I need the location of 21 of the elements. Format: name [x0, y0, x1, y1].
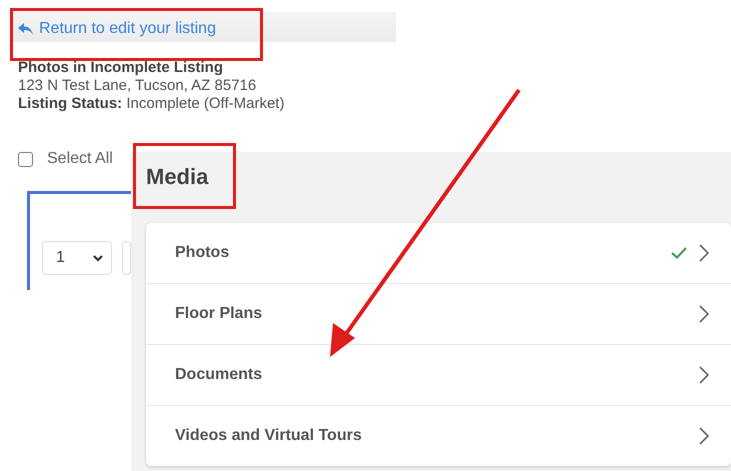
media-item-label: Documents — [175, 366, 264, 384]
media-item-label: Photos — [175, 244, 230, 262]
listing-address: 123 N Test Lane, Tucson, AZ 85716 — [18, 77, 258, 95]
status-value: Incomplete (Off-Market) — [126, 95, 284, 112]
listing-title: Photos in Incomplete Listing — [18, 59, 224, 77]
media-item[interactable]: Photos — [146, 223, 731, 283]
media-item-label: Videos and Virtual Tours — [175, 427, 363, 445]
media-item-label: Floor Plans — [175, 305, 264, 323]
order-dropdown[interactable]: 1 — [42, 241, 112, 275]
dropdown-field[interactable] — [122, 241, 131, 275]
chevron-down-icon — [93, 254, 103, 262]
chevron-right-icon — [699, 427, 709, 445]
status-label: Listing Status: — [18, 95, 122, 112]
media-title: Media — [146, 164, 208, 190]
media-item[interactable]: Videos and Virtual Tours — [146, 405, 731, 466]
select-all-label: Select All — [47, 150, 113, 168]
select-all-checkbox[interactable] — [18, 152, 33, 166]
chevron-right-icon — [699, 244, 709, 262]
chevron-right-icon — [699, 366, 709, 384]
chevron-right-icon — [699, 305, 709, 323]
reply-arrow-icon — [18, 22, 34, 36]
